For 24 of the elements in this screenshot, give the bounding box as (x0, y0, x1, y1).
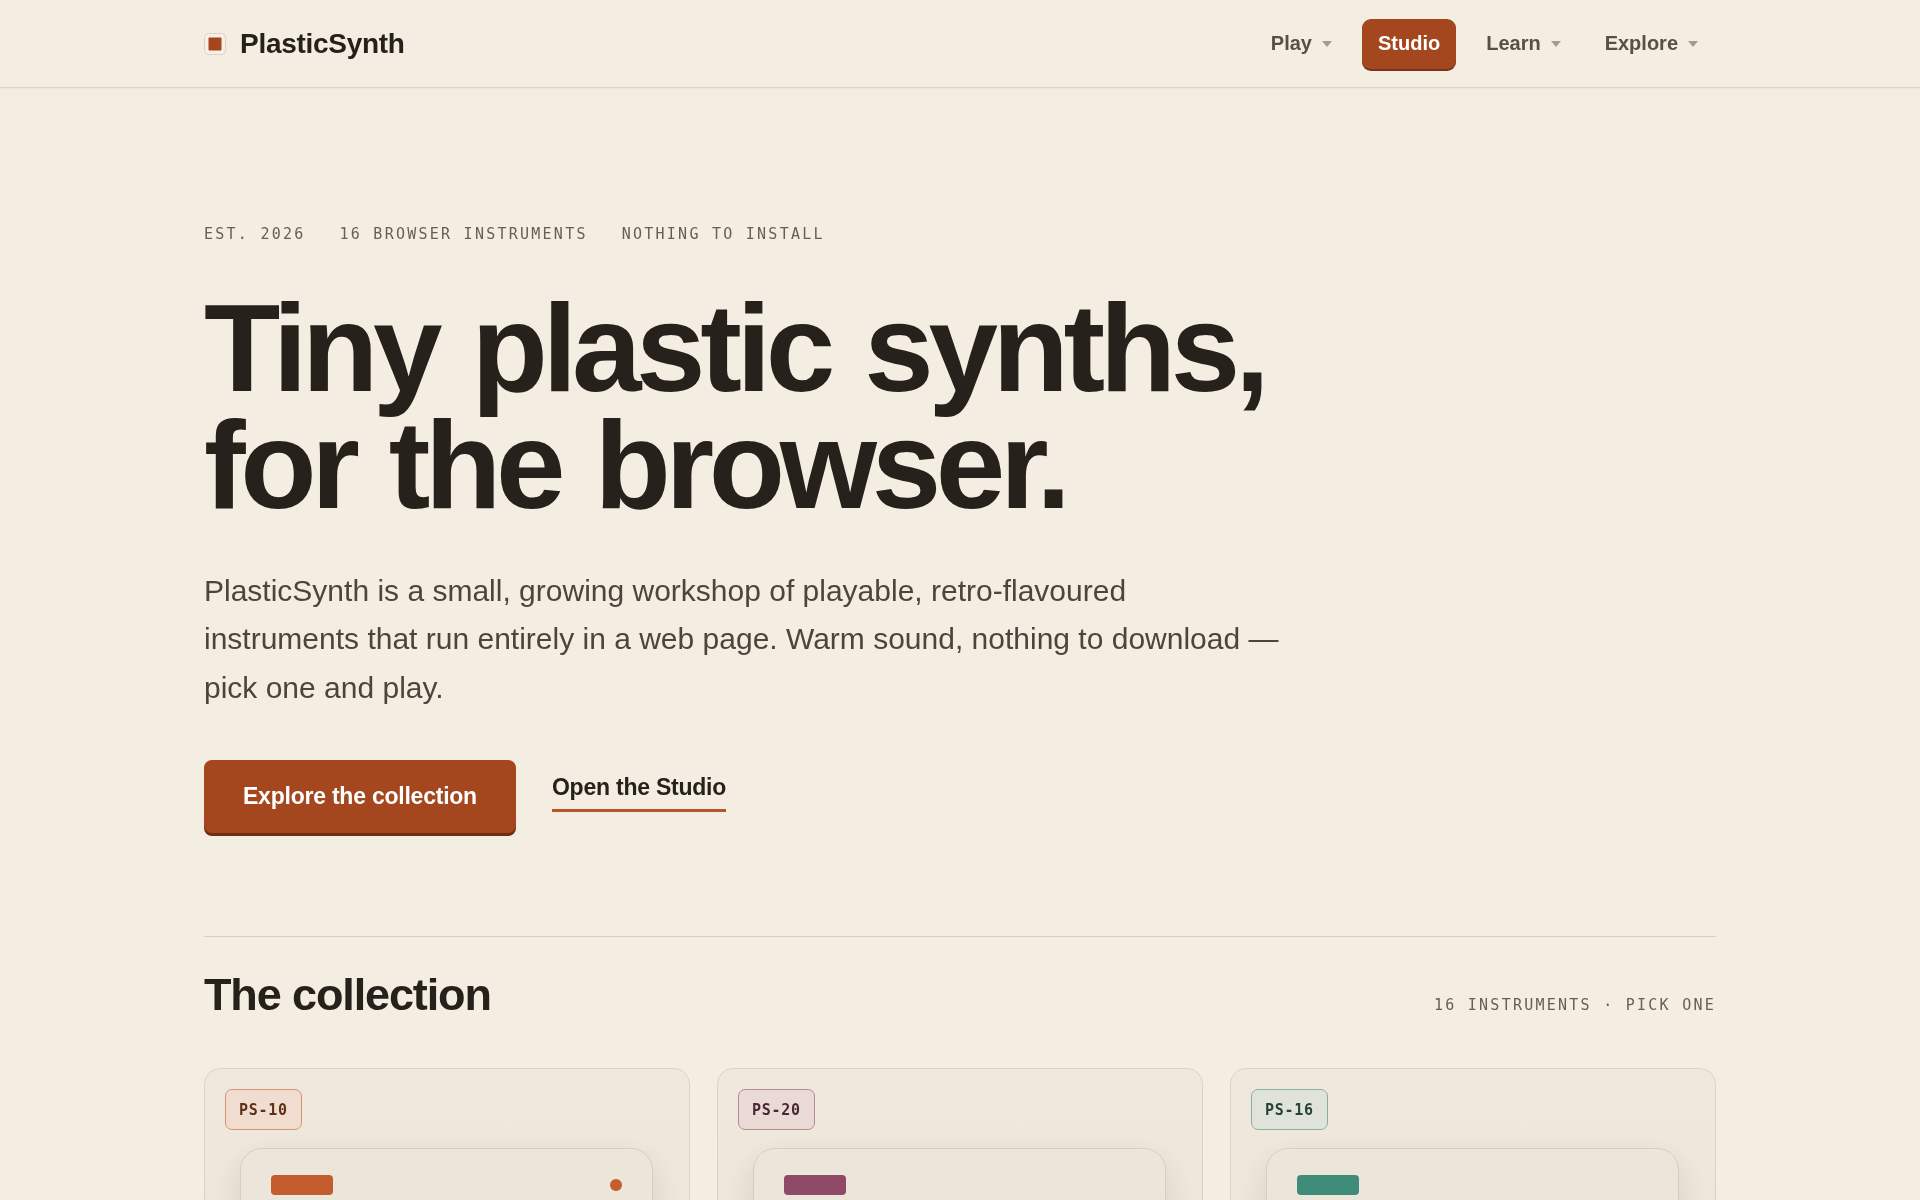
nav-menu-button[interactable]: Explore (1590, 22, 1712, 65)
text-link[interactable]: Open the Studio (551, 773, 727, 812)
caret-icon (1321, 40, 1332, 47)
hero-description: PlasticSynth is a small, growing workshop of playable, retro-flavoured instruments that run entirely in a web page. Warm sound, nothing to download — pick one and play. (204, 573, 1280, 706)
logo-icon (204, 32, 226, 55)
eyebrow-text: NOTHING TO INSTALL (621, 225, 825, 243)
primary-button[interactable]: Explore the collection (204, 760, 516, 834)
caret-icon (1550, 40, 1561, 47)
instrument-card[interactable]: PS-20 (717, 1068, 1203, 1200)
caret-icon (1688, 40, 1698, 47)
nav-menu-button[interactable]: Play (1256, 22, 1346, 65)
model-tag: PS-20 (738, 1089, 815, 1131)
model-tag: PS-16 (1251, 1089, 1328, 1131)
brand-logo-link[interactable]: PlasticSynth (204, 27, 405, 60)
section-meta-text: 16 INSTRUMENTS · PICK ONE (1433, 996, 1716, 1015)
hero-headline: Tiny plastic synths, for the browser. (204, 289, 1266, 523)
section-title: The collection (204, 970, 491, 1021)
instrument-card[interactable]: PS-16 (1230, 1068, 1716, 1200)
instrument-card[interactable]: PS-10 (204, 1068, 690, 1200)
eyebrow-text: 16 BROWSER INSTRUMENTS (339, 225, 588, 243)
nav-cta-button[interactable]: Studio (1361, 18, 1457, 69)
eyebrow-text: EST. 2026 (204, 225, 306, 243)
nav-menu-button[interactable]: Learn (1472, 22, 1575, 65)
model-tag: PS-10 (225, 1089, 302, 1131)
